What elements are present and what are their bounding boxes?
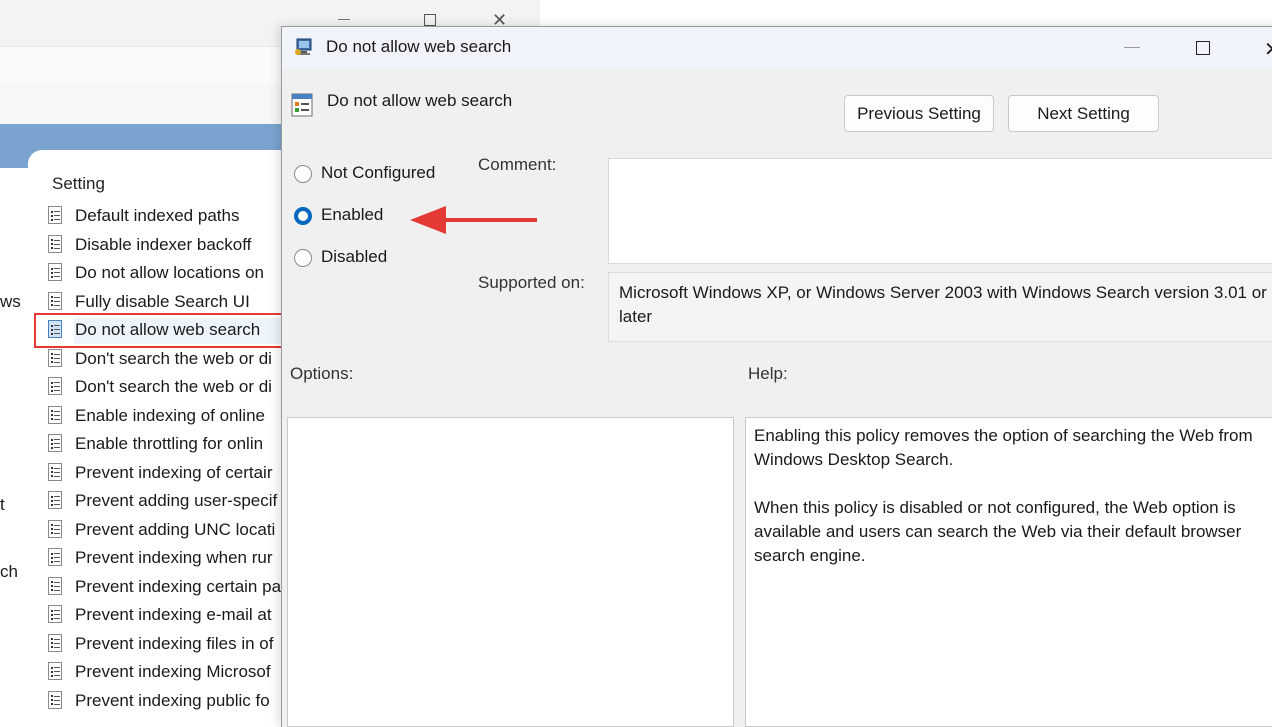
- policy-setting-icon: [291, 93, 313, 117]
- list-item-label[interactable]: Prevent adding user-specif: [75, 487, 277, 515]
- policy-doc-icon: [48, 234, 62, 253]
- supported-on-label: Supported on:: [478, 273, 585, 292]
- policy-doc-icon: [48, 491, 62, 509]
- policy-doc-icon: [48, 576, 62, 595]
- list-item-label[interactable]: Prevent adding UNC locati: [75, 516, 275, 544]
- close-button[interactable]: ✕: [1264, 37, 1272, 62]
- list-item-label[interactable]: Default indexed paths: [75, 202, 239, 230]
- radio-label[interactable]: Enabled: [321, 205, 383, 225]
- comment-label: Comment:: [478, 155, 557, 174]
- tree-fragment[interactable]: ws: [0, 292, 21, 312]
- tree-fragment[interactable]: t: [0, 495, 5, 515]
- policy-doc-icon: [48, 263, 62, 281]
- annotation-arrow-icon: [410, 206, 537, 234]
- radio-circle[interactable]: [294, 249, 312, 267]
- comment-textarea[interactable]: [608, 158, 1272, 264]
- setting-column-header[interactable]: Setting: [52, 174, 105, 194]
- dialog-titlebar: Do not allow web search ✕: [282, 27, 1272, 69]
- policy-app-icon: [295, 38, 312, 55]
- options-label: Options:: [290, 364, 354, 383]
- previous-setting-button[interactable]: Previous Setting: [844, 95, 994, 132]
- maximize-button[interactable]: [1196, 41, 1210, 55]
- bg-maximize-button[interactable]: [424, 14, 436, 26]
- list-item-label[interactable]: Prevent indexing public fo: [75, 687, 270, 715]
- list-item-label[interactable]: Prevent indexing when rur: [75, 544, 273, 572]
- list-item-label[interactable]: Disable indexer backoff: [75, 231, 251, 259]
- policy-setting-dialog: Do not allow web search ✕ Do not allow w…: [281, 26, 1272, 727]
- policy-doc-icon: [48, 377, 62, 395]
- list-item-label[interactable]: Fully disable Search UI: [75, 288, 250, 316]
- policy-doc-icon: [48, 405, 62, 424]
- policy-doc-icon: [48, 348, 62, 367]
- policy-doc-icon: [48, 548, 62, 566]
- bg-minimize-button[interactable]: [338, 19, 350, 20]
- help-label: Help:: [748, 364, 788, 383]
- minimize-button[interactable]: [1124, 47, 1140, 48]
- list-item-label[interactable]: Prevent indexing certain pa: [75, 573, 281, 601]
- policy-title: Do not allow web search: [327, 91, 513, 110]
- list-item-label[interactable]: Don't search the web or di: [75, 345, 272, 373]
- radio-circle[interactable]: [294, 165, 312, 183]
- tree-fragment[interactable]: ch: [0, 562, 18, 582]
- help-paragraph: When this policy is disabled or not conf…: [754, 498, 1242, 565]
- list-item-label[interactable]: Don't search the web or di: [75, 373, 272, 401]
- policy-doc-icon: [48, 206, 62, 224]
- list-item-label[interactable]: Prevent indexing Microsof: [75, 658, 271, 686]
- policy-doc-icon: [48, 519, 62, 538]
- options-panel[interactable]: [287, 417, 734, 727]
- list-item-label[interactable]: Prevent indexing of certair: [75, 459, 273, 487]
- list-item-label[interactable]: Do not allow locations on: [75, 259, 264, 287]
- radio-label[interactable]: Disabled: [321, 247, 387, 267]
- supported-on-field: Microsoft Windows XP, or Windows Server …: [608, 272, 1272, 342]
- next-setting-button[interactable]: Next Setting: [1008, 95, 1159, 132]
- list-item-label[interactable]: Enable throttling for onlin: [75, 430, 263, 458]
- help-panel[interactable]: Enabling this policy removes the option …: [745, 417, 1272, 727]
- policy-doc-icon: [48, 434, 62, 452]
- policy-doc-icon: [48, 662, 62, 680]
- bg-tree-pane: [0, 168, 28, 716]
- dialog-title: Do not allow web search: [326, 37, 512, 56]
- bg-close-button[interactable]: ✕: [492, 11, 507, 29]
- radio-circle-selected[interactable]: [294, 207, 312, 225]
- list-item-label[interactable]: Prevent indexing e-mail at: [75, 601, 272, 629]
- policy-doc-icon: [48, 690, 62, 709]
- help-paragraph: Enabling this policy removes the option …: [754, 426, 1253, 469]
- list-item-label[interactable]: Enable indexing of online: [75, 402, 265, 430]
- policy-doc-icon: [48, 633, 62, 652]
- policy-doc-icon: [48, 291, 62, 310]
- policy-doc-icon: [48, 605, 62, 623]
- policy-doc-icon: [48, 462, 62, 481]
- selected-item-annotation-box: [34, 313, 284, 348]
- radio-label[interactable]: Not Configured: [321, 163, 435, 183]
- list-item-label[interactable]: Prevent indexing files in of: [75, 630, 273, 658]
